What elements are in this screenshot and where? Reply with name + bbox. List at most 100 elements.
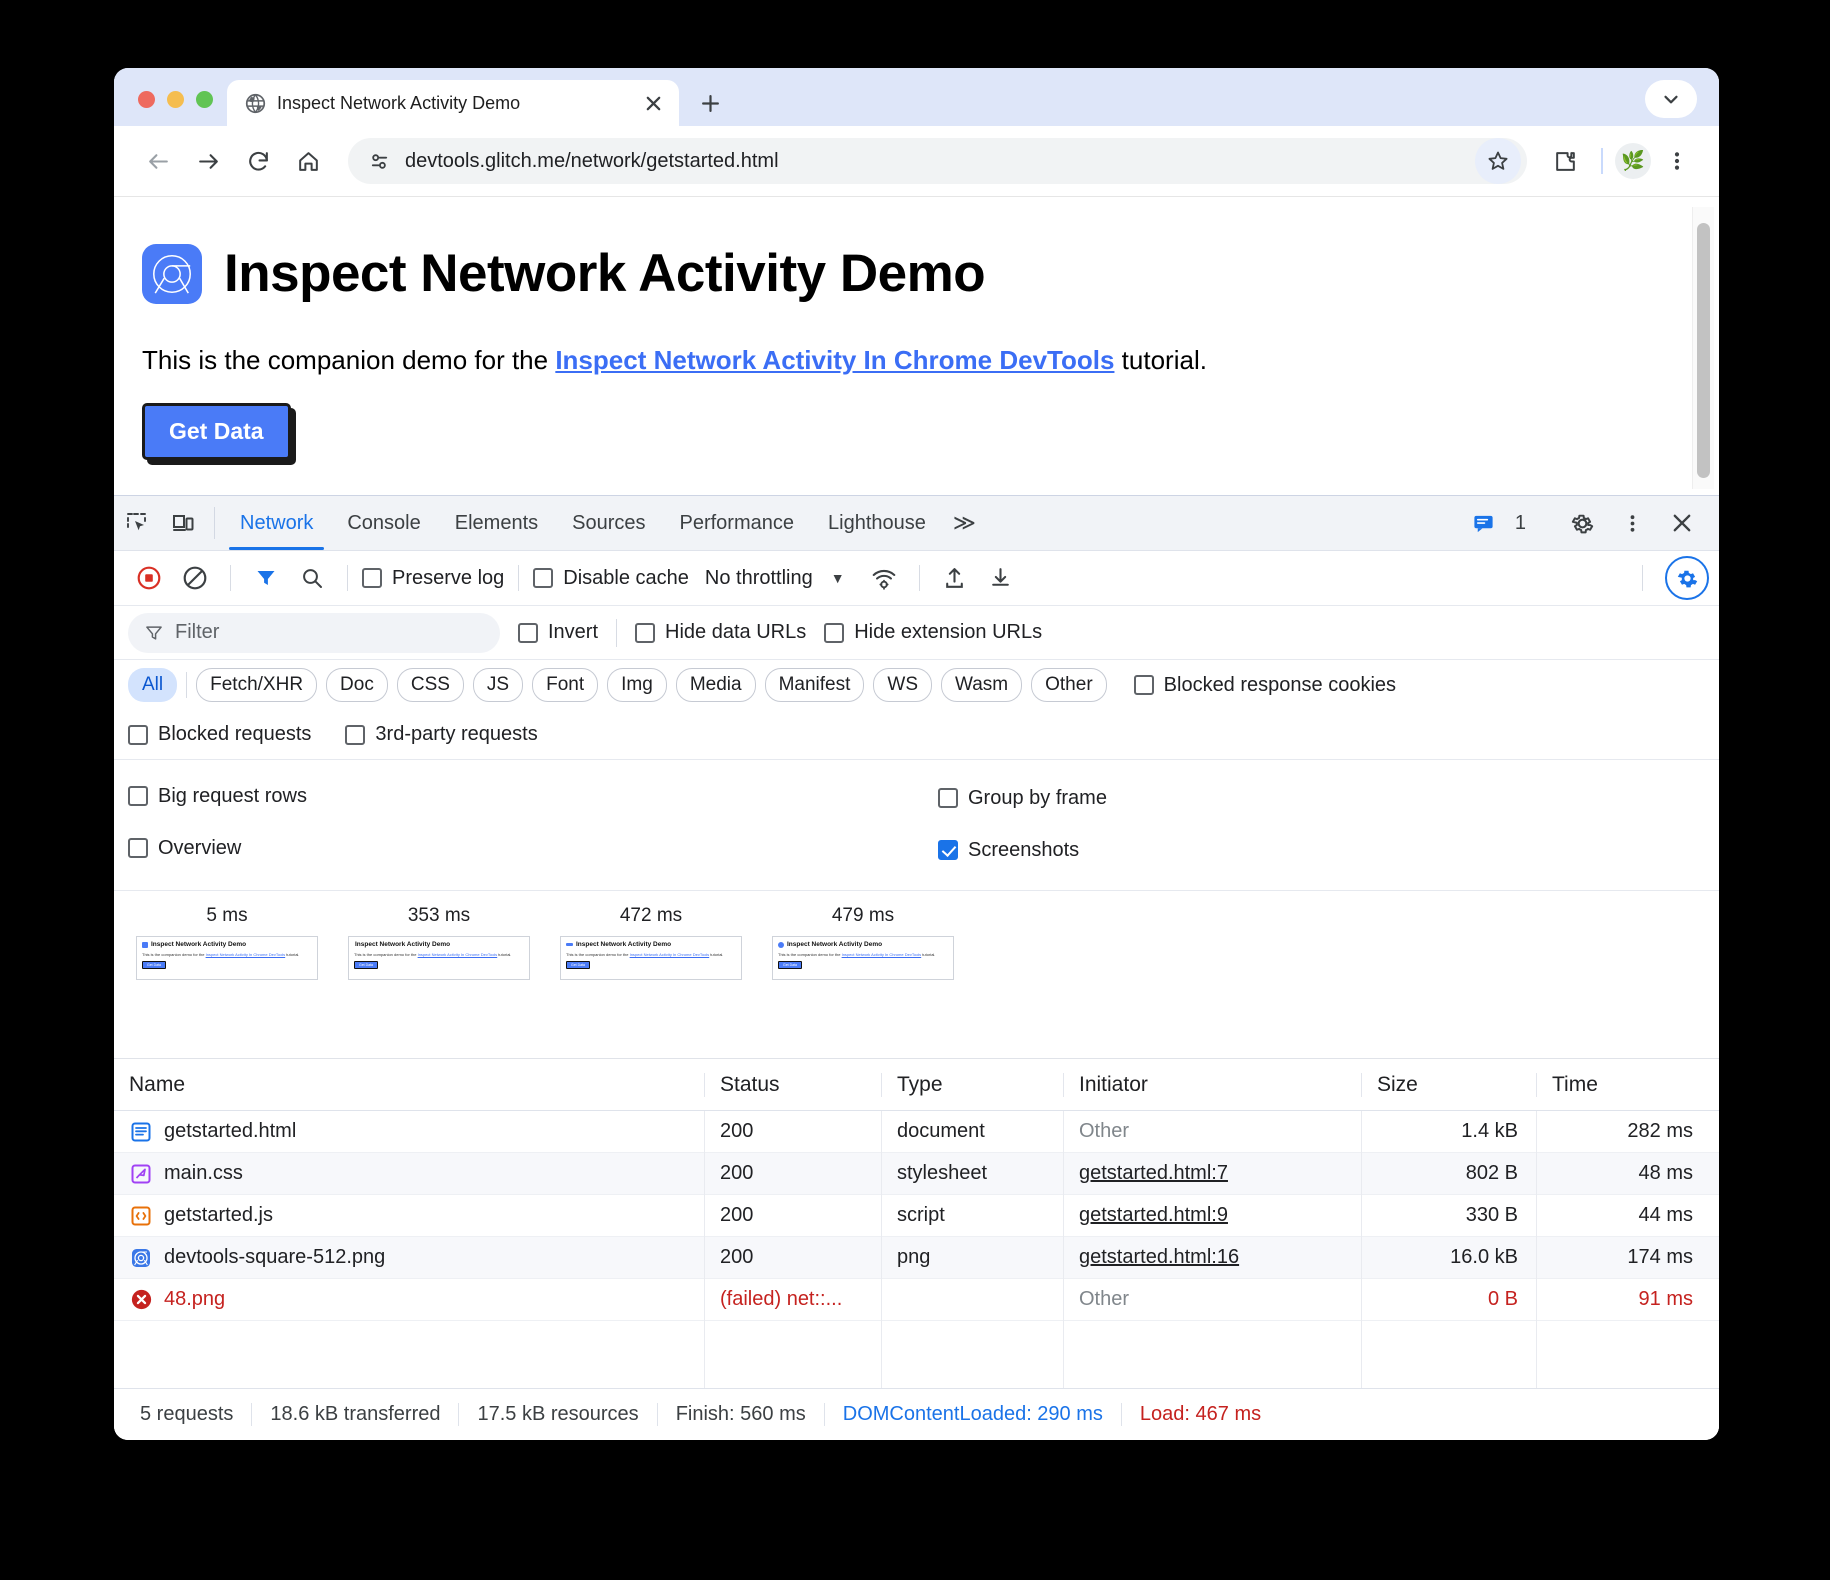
table-row[interactable]: main.css 200 stylesheet getstarted.html:… bbox=[114, 1152, 1719, 1195]
group-by-frame-checkbox[interactable]: Group by frame bbox=[938, 787, 1107, 810]
filmstrip-frame[interactable]: 5 ms Inspect Network Activity Demo This … bbox=[136, 905, 318, 1058]
type-filter-js[interactable]: JS bbox=[472, 668, 524, 702]
export-har-icon[interactable] bbox=[980, 557, 1022, 599]
invert-checkbox[interactable]: Invert bbox=[518, 621, 598, 644]
filter-funnel-icon[interactable] bbox=[245, 557, 287, 599]
column-header-type[interactable]: Type bbox=[881, 1072, 1063, 1097]
tab-network[interactable]: Network bbox=[223, 496, 330, 550]
minimize-window-button[interactable] bbox=[167, 91, 184, 108]
home-button[interactable] bbox=[284, 137, 332, 185]
type-filter-doc[interactable]: Doc bbox=[326, 668, 388, 702]
filmstrip-frame[interactable]: 472 ms Inspect Network Activity Demo Thi… bbox=[560, 905, 742, 1058]
bookmark-star-icon[interactable] bbox=[1475, 138, 1521, 184]
address-bar[interactable]: devtools.glitch.me/network/getstarted.ht… bbox=[348, 138, 1527, 184]
checkbox-box[interactable] bbox=[938, 840, 958, 860]
hide-data-urls-checkbox[interactable]: Hide data URLs bbox=[635, 621, 806, 644]
maximize-window-button[interactable] bbox=[196, 91, 213, 108]
table-row[interactable]: 48.png (failed) net::... Other 0 B 91 ms bbox=[114, 1278, 1719, 1321]
reload-button[interactable] bbox=[234, 137, 282, 185]
column-header-time[interactable]: Time bbox=[1536, 1072, 1711, 1097]
kebab-menu-icon[interactable] bbox=[1609, 513, 1655, 534]
preserve-log-checkbox[interactable]: Preserve log bbox=[362, 567, 504, 590]
new-tab-button[interactable] bbox=[693, 86, 727, 120]
more-tabs-icon[interactable]: ≫ bbox=[943, 496, 986, 550]
filmstrip-thumbnail[interactable]: Inspect Network Activity Demo This is th… bbox=[560, 936, 742, 980]
checkbox-box[interactable] bbox=[362, 568, 382, 588]
checkbox-box[interactable] bbox=[518, 622, 538, 643]
search-icon[interactable] bbox=[291, 557, 333, 599]
type-filter-media[interactable]: Media bbox=[675, 668, 756, 702]
tab-elements[interactable]: Elements bbox=[438, 496, 555, 550]
chevron-down-icon[interactable] bbox=[1645, 80, 1697, 118]
table-row[interactable]: getstarted.html 200 document Other 1.4 k… bbox=[114, 1110, 1719, 1153]
gear-icon[interactable] bbox=[1559, 511, 1605, 536]
console-message-icon[interactable] bbox=[1461, 512, 1507, 535]
type-filter-fetch-xhr[interactable]: Fetch/XHR bbox=[196, 668, 318, 702]
import-har-icon[interactable] bbox=[934, 557, 976, 599]
tune-icon[interactable] bbox=[368, 150, 391, 173]
checkbox-box[interactable] bbox=[533, 568, 554, 588]
column-header-status[interactable]: Status bbox=[704, 1072, 881, 1097]
tab-performance[interactable]: Performance bbox=[663, 496, 812, 550]
page-scrollbar-thumb[interactable] bbox=[1697, 223, 1710, 478]
request-initiator[interactable]: getstarted.html:16 bbox=[1079, 1246, 1239, 1269]
browser-tab[interactable]: Inspect Network Activity Demo bbox=[227, 80, 679, 126]
blocked-response-cookies-checkbox[interactable]: Blocked response cookies bbox=[1133, 674, 1396, 697]
filmstrip-frame[interactable]: 353 ms Inspect Network Activity Demo Thi… bbox=[348, 905, 530, 1058]
type-filter-manifest[interactable]: Manifest bbox=[764, 668, 865, 702]
device-toolbar-icon[interactable] bbox=[160, 496, 206, 550]
back-button[interactable] bbox=[134, 137, 182, 185]
wifi-settings-icon[interactable] bbox=[863, 557, 905, 599]
avatar[interactable]: 🌿 bbox=[1615, 143, 1651, 179]
clear-icon[interactable] bbox=[174, 557, 216, 599]
checkbox-box[interactable] bbox=[128, 838, 148, 859]
screenshots-checkbox[interactable]: Screenshots bbox=[938, 839, 1079, 862]
checkbox-box[interactable] bbox=[635, 622, 656, 643]
type-filter-all[interactable]: All bbox=[128, 668, 178, 702]
type-filter-img[interactable]: Img bbox=[607, 668, 667, 702]
table-row[interactable]: devtools-square-512.png 200 png getstart… bbox=[114, 1236, 1719, 1279]
inspect-element-icon[interactable] bbox=[114, 496, 160, 550]
close-icon[interactable] bbox=[639, 89, 667, 117]
close-window-button[interactable] bbox=[138, 91, 155, 108]
type-filter-other[interactable]: Other bbox=[1031, 668, 1107, 702]
checkbox-box[interactable] bbox=[128, 786, 148, 807]
third-party-requests-checkbox[interactable]: 3rd-party requests bbox=[345, 723, 538, 746]
column-header-name[interactable]: Name bbox=[114, 1073, 704, 1097]
disable-cache-checkbox[interactable]: Disable cache bbox=[533, 567, 689, 590]
checkbox-box[interactable] bbox=[824, 622, 845, 643]
extensions-icon[interactable] bbox=[1541, 137, 1589, 185]
tab-lighthouse[interactable]: Lighthouse bbox=[811, 496, 943, 550]
tab-console[interactable]: Console bbox=[330, 496, 437, 550]
filmstrip-thumbnail[interactable]: Inspect Network Activity Demo This is th… bbox=[348, 936, 530, 980]
checkbox-box[interactable] bbox=[345, 724, 366, 745]
checkbox-box[interactable] bbox=[938, 788, 958, 808]
filmstrip-frame[interactable]: 479 ms Inspect Network Activity Demo Thi… bbox=[772, 905, 954, 1058]
network-settings-gear-icon[interactable] bbox=[1665, 556, 1709, 600]
forward-button[interactable] bbox=[184, 137, 232, 185]
blocked-requests-checkbox[interactable]: Blocked requests bbox=[128, 723, 311, 746]
type-filter-ws[interactable]: WS bbox=[873, 668, 932, 702]
type-filter-font[interactable]: Font bbox=[532, 668, 599, 702]
tab-sources[interactable]: Sources bbox=[555, 496, 662, 550]
tutorial-link[interactable]: Inspect Network Activity In Chrome DevTo… bbox=[555, 345, 1114, 375]
checkbox-box[interactable] bbox=[1133, 675, 1154, 695]
chevron-down-icon[interactable]: ▼ bbox=[831, 570, 845, 586]
record-stop-icon[interactable] bbox=[128, 557, 170, 599]
checkbox-box[interactable] bbox=[128, 724, 148, 745]
column-header-size[interactable]: Size bbox=[1361, 1072, 1536, 1097]
column-header-initiator[interactable]: Initiator bbox=[1063, 1072, 1361, 1097]
request-initiator[interactable]: getstarted.html:7 bbox=[1079, 1162, 1228, 1185]
search-input[interactable]: Filter bbox=[128, 612, 500, 653]
request-initiator[interactable]: getstarted.html:9 bbox=[1079, 1204, 1228, 1227]
big-request-rows-checkbox[interactable]: Big request rows bbox=[128, 785, 307, 808]
type-filter-css[interactable]: CSS bbox=[396, 668, 464, 702]
filmstrip-thumbnail[interactable]: Inspect Network Activity Demo This is th… bbox=[772, 936, 954, 980]
filmstrip-thumbnail[interactable]: Inspect Network Activity Demo This is th… bbox=[136, 936, 318, 980]
close-icon[interactable] bbox=[1659, 511, 1705, 535]
kebab-menu-icon[interactable] bbox=[1653, 137, 1701, 185]
get-data-button[interactable]: Get Data bbox=[142, 403, 291, 460]
table-row[interactable]: getstarted.js 200 script getstarted.html… bbox=[114, 1194, 1719, 1237]
overview-checkbox[interactable]: Overview bbox=[128, 837, 241, 860]
type-filter-wasm[interactable]: Wasm bbox=[941, 668, 1023, 702]
